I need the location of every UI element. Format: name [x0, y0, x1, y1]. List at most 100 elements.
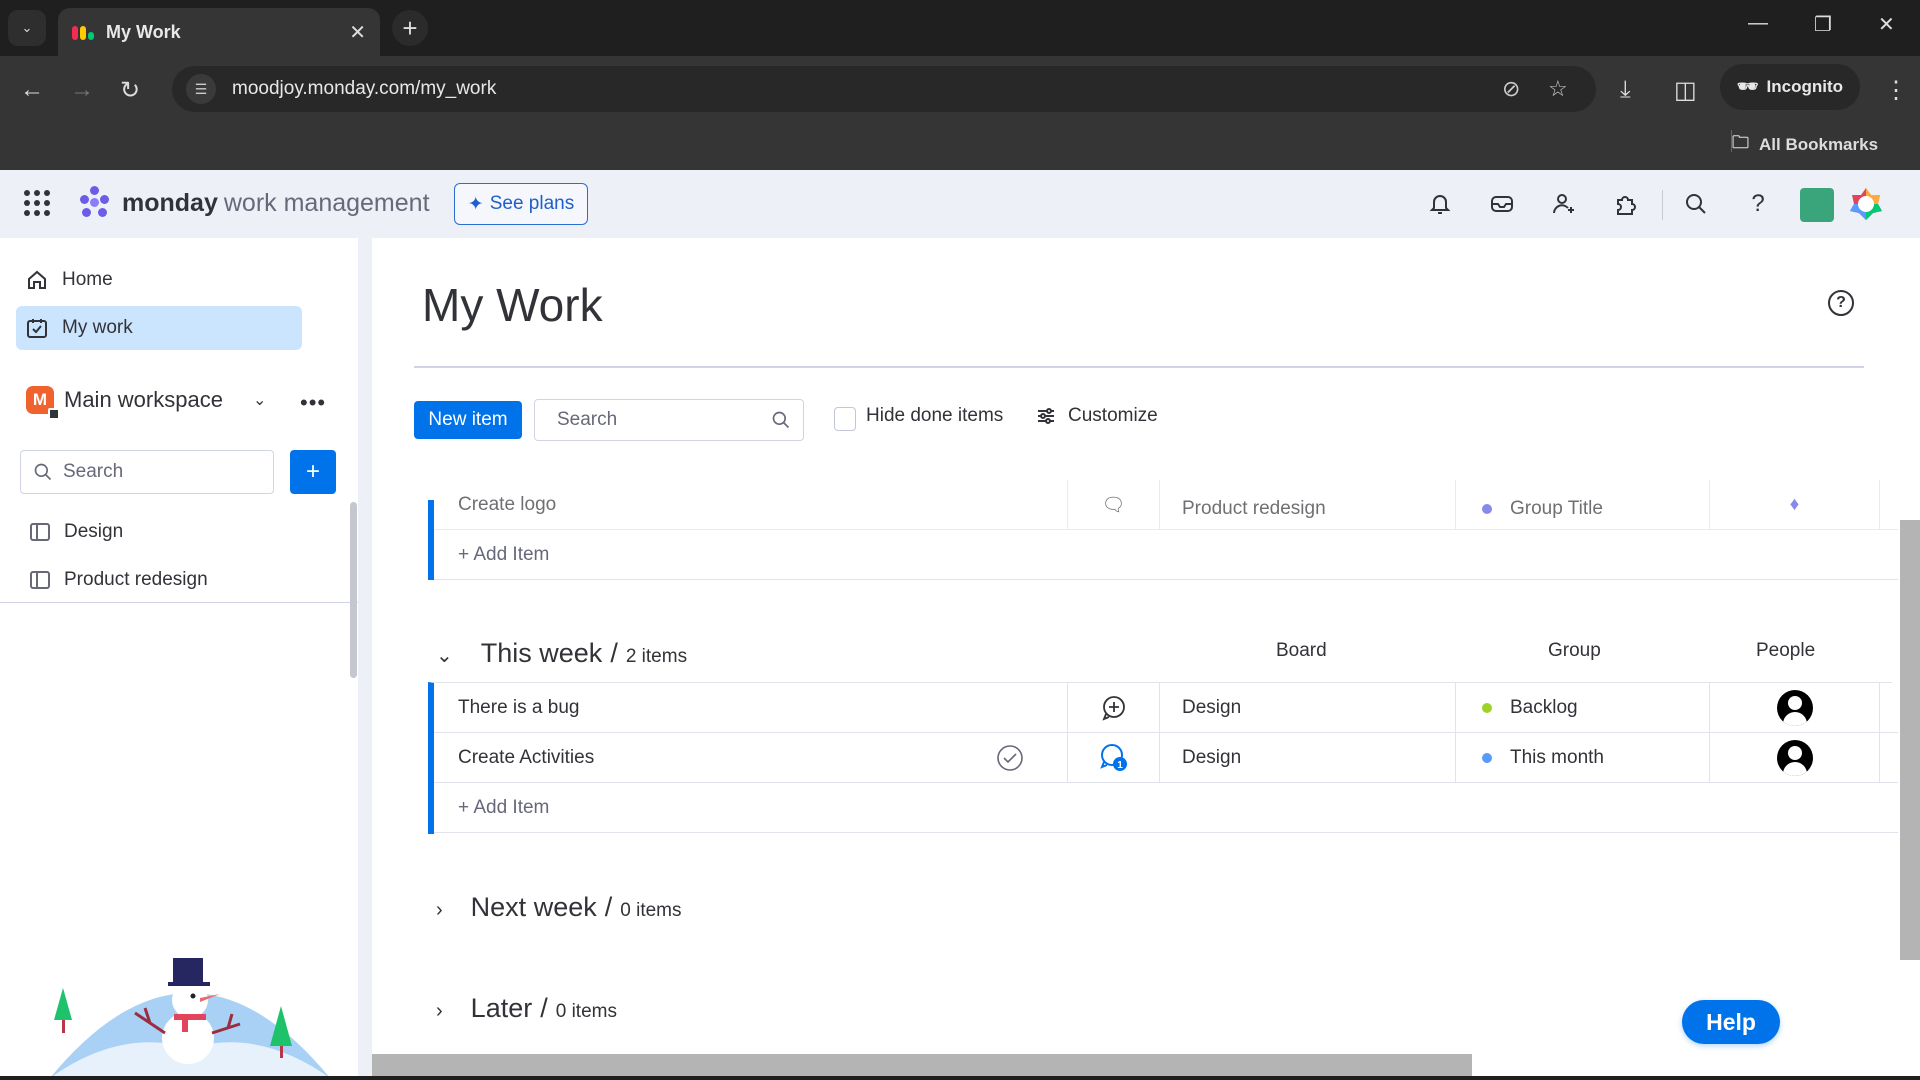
board-cell[interactable]: Design: [1160, 683, 1456, 733]
invite-user-icon[interactable]: [1548, 188, 1580, 220]
all-bookmarks-button[interactable]: 🗀 All Bookmarks: [1732, 130, 1878, 159]
chevron-down-icon[interactable]: ⌄: [253, 390, 266, 410]
monday-logo[interactable]: monday work management: [78, 186, 430, 220]
sidebar-scrollbar[interactable]: [350, 502, 357, 678]
add-board-button[interactable]: +: [290, 450, 336, 494]
minimize-icon[interactable]: —: [1748, 12, 1768, 35]
eye-off-icon[interactable]: ⊘: [1502, 76, 1520, 102]
side-panel-icon[interactable]: ◫: [1674, 76, 1697, 105]
people-cell[interactable]: [1710, 733, 1880, 783]
browser-toolbar: ← → ↻ ☰ moodjoy.monday.com/my_work ⊘ ☆ ⤓…: [0, 56, 1920, 170]
monday-logo-mark-icon: [78, 186, 112, 220]
tab-search-button[interactable]: ⌄: [8, 10, 46, 46]
close-window-icon[interactable]: ✕: [1878, 12, 1895, 37]
group-header-later[interactable]: › Later / 0 items: [436, 993, 617, 1024]
sidebar: Home My work M Main workspace ⌄ ••• Sear…: [0, 238, 358, 1080]
team-avatar[interactable]: [1800, 188, 1834, 222]
group-color-dot: [1482, 753, 1492, 763]
column-header-board[interactable]: Board: [1276, 640, 1327, 662]
address-bar[interactable]: ☰ moodjoy.monday.com/my_work ⊘ ☆: [172, 66, 1596, 112]
table-row[interactable]: Create Activities 1 Design This month: [434, 733, 1898, 783]
snowman-illustration: [50, 958, 330, 1078]
group-label: This month: [1510, 747, 1604, 768]
home-mini-icon: [48, 408, 60, 420]
reload-icon[interactable]: ↻: [120, 76, 140, 105]
chevron-down-icon: ⌄: [21, 20, 33, 35]
table-row[interactable]: Create logo 🗨 Product redesign Group Tit…: [434, 480, 1898, 530]
site-settings-icon[interactable]: ☰: [186, 74, 216, 104]
item-name[interactable]: Create logo: [434, 480, 1068, 529]
board-cell[interactable]: Product redesign: [1160, 480, 1456, 529]
customize-button[interactable]: Customize: [1036, 405, 1158, 427]
search-icon[interactable]: [1680, 188, 1712, 220]
sidebar-edge: [358, 238, 372, 1080]
back-icon[interactable]: ←: [20, 76, 44, 104]
table-row[interactable]: There is a bug Design Backlog: [434, 683, 1898, 733]
vertical-scrollbar[interactable]: [1900, 520, 1920, 960]
help-icon[interactable]: ?: [1742, 188, 1774, 220]
bell-icon[interactable]: [1424, 188, 1456, 220]
group-header-next-week[interactable]: › Next week / 0 items: [436, 892, 682, 923]
updates-icon[interactable]: 🗨: [1068, 480, 1160, 529]
group-count: 0 items: [620, 900, 682, 921]
download-icon[interactable]: ⤓: [1620, 76, 1631, 104]
chevron-right-icon[interactable]: ›: [436, 1000, 443, 1023]
close-tab-icon[interactable]: ✕: [349, 20, 366, 45]
group-header-this-week[interactable]: ⌄ This week / 2 items: [436, 638, 687, 669]
workspace-more-icon[interactable]: •••: [300, 390, 326, 416]
incognito-indicator[interactable]: 🕶 Incognito: [1720, 64, 1860, 110]
group-cell[interactable]: This month: [1456, 733, 1710, 783]
user-avatar[interactable]: [1848, 186, 1884, 222]
add-item-row[interactable]: + Add Item: [434, 530, 1898, 580]
inbox-icon[interactable]: [1486, 188, 1518, 220]
sidebar-item-my-work[interactable]: My work: [16, 306, 302, 350]
apps-puzzle-icon[interactable]: [1610, 188, 1642, 220]
hide-done-label[interactable]: Hide done items: [866, 405, 1003, 427]
browser-menu-icon[interactable]: ⋮: [1884, 76, 1908, 105]
board-label: Product redesign: [64, 569, 208, 590]
brand-product: work management: [223, 188, 430, 217]
hide-done-checkbox[interactable]: [834, 407, 856, 431]
help-button[interactable]: Help: [1682, 1000, 1780, 1044]
restore-icon[interactable]: ❐: [1814, 12, 1832, 37]
updates-button[interactable]: 1: [1068, 733, 1160, 783]
chevron-down-icon[interactable]: ⌄: [436, 643, 453, 668]
people-avatar[interactable]: ♦: [1710, 480, 1880, 529]
previous-group-table: Create logo 🗨 Product redesign Group Tit…: [428, 480, 1898, 580]
board-label: Design: [64, 521, 124, 542]
item-name[interactable]: Create Activities: [434, 733, 1068, 783]
item-name[interactable]: There is a bug: [434, 683, 1068, 733]
group-cell[interactable]: Group Title: [1456, 480, 1710, 529]
tab-title: My Work: [106, 21, 181, 42]
add-item-row[interactable]: + Add Item: [434, 783, 1898, 833]
forward-icon[interactable]: →: [70, 76, 94, 104]
sparkle-icon: ✦: [467, 193, 484, 215]
app-header: monday work management ✦ See plans ?: [0, 170, 1920, 238]
workspace-selector[interactable]: M Main workspace ⌄: [26, 386, 306, 420]
star-bookmark-icon[interactable]: ☆: [1548, 76, 1568, 102]
this-week-table: There is a bug Design Backlog Create Act…: [428, 682, 1898, 834]
main-search-input[interactable]: Search: [534, 399, 804, 441]
page-help-icon[interactable]: ?: [1828, 290, 1854, 316]
board-cell[interactable]: Design: [1160, 733, 1456, 783]
column-header-group[interactable]: Group: [1548, 640, 1601, 662]
update-bubble-icon: 1: [1099, 744, 1127, 771]
column-header-people[interactable]: People: [1756, 640, 1815, 662]
sidebar-search-input[interactable]: Search: [20, 450, 274, 494]
check-circle-icon[interactable]: [996, 744, 1024, 772]
group-count: 2 items: [625, 646, 688, 667]
sidebar-item-home[interactable]: Home: [16, 258, 302, 302]
new-tab-button[interactable]: +: [392, 10, 428, 46]
see-plans-button[interactable]: ✦ See plans: [454, 183, 588, 225]
workspace-badge: M: [26, 386, 60, 420]
app-switcher-icon[interactable]: [24, 190, 50, 216]
browser-tab[interactable]: My Work ✕: [58, 8, 380, 56]
board-item-design[interactable]: Design: [30, 521, 123, 543]
people-cell[interactable]: [1710, 683, 1880, 733]
chevron-right-icon[interactable]: ›: [436, 899, 443, 922]
board-item-product-redesign[interactable]: Product redesign: [30, 569, 208, 591]
add-update-icon[interactable]: [1068, 683, 1160, 733]
group-title: Later: [470, 993, 533, 1023]
group-cell[interactable]: Backlog: [1456, 683, 1710, 733]
new-item-button[interactable]: New item: [414, 401, 522, 439]
